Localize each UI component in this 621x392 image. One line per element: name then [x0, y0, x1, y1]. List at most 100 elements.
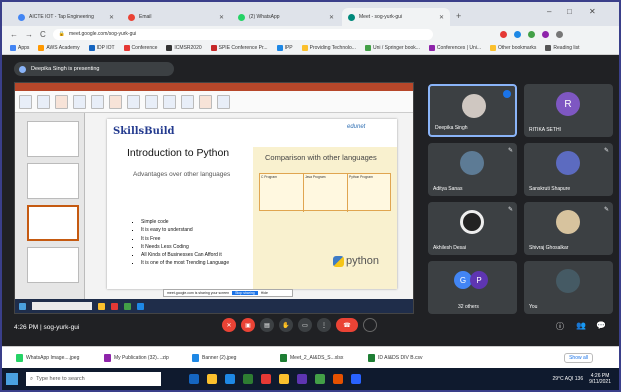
mic-off-icon: ✎: [507, 207, 513, 213]
people-icon[interactable]: 👥: [576, 321, 586, 330]
address-bar[interactable]: 🔒 meet.google.com/sog-yurk-gui: [52, 28, 433, 40]
chat-icon[interactable]: 💬: [596, 321, 606, 330]
taskbar-app-icon[interactable]: [207, 374, 217, 384]
maximize-button[interactable]: □: [567, 7, 572, 16]
bookmark-item[interactable]: IDP IOT: [88, 45, 115, 51]
ppt-ribbon: [15, 91, 413, 113]
profile-avatar[interactable]: [541, 30, 549, 38]
taskbar-app-icon[interactable]: [297, 374, 307, 384]
taskbar-app-icon[interactable]: [279, 374, 289, 384]
participant-tile[interactable]: ✎ Shivraj Ghosalkar: [524, 202, 613, 255]
download-item[interactable]: WhatsApp Image....jpeg: [16, 353, 96, 362]
bookmark-item[interactable]: IPP: [276, 45, 293, 51]
tab-favicon: [238, 13, 245, 21]
back-button[interactable]: ←: [10, 30, 18, 39]
camera-off-button[interactable]: ▣: [241, 318, 255, 332]
taskbar-app-icon[interactable]: [333, 374, 343, 384]
bookmark-item[interactable]: Conference: [123, 45, 157, 51]
ribbon-button: [199, 94, 212, 109]
reload-button[interactable]: C: [40, 30, 46, 39]
participant-tile[interactable]: R RITIKA SETHI: [524, 84, 613, 137]
slide-thumbnail: [27, 247, 79, 283]
tab-whatsapp[interactable]: (2) WhatsApp ✕: [232, 8, 340, 26]
bookmark-label: Reading list: [553, 45, 580, 51]
bookmark-item[interactable]: SPIE Conference Pr...: [210, 45, 268, 51]
mic-on-icon: [503, 90, 511, 98]
bookmark-item[interactable]: ICMSR2020: [166, 45, 202, 51]
bookmark-item[interactable]: Other bookmarks: [490, 45, 536, 51]
ppt-ribbon-tabs: [15, 83, 413, 91]
bookmark-label: ICMSR2020: [174, 45, 202, 51]
screen-share-bar: meet.google.com is sharing your screen S…: [163, 289, 293, 297]
tab-meet[interactable]: Meet - sog-yurk-gui ✕: [342, 8, 450, 26]
extension-icon[interactable]: [513, 30, 521, 38]
raise-hand-button[interactable]: ✋: [279, 318, 293, 332]
forward-button[interactable]: →: [25, 30, 33, 39]
bookmark-label: Apps: [18, 45, 30, 51]
close-icon[interactable]: ✕: [109, 14, 114, 21]
others-tile[interactable]: G P 32 others: [428, 261, 517, 314]
bookmark-item[interactable]: Apps: [10, 45, 29, 51]
taskbar-app-icon[interactable]: [243, 374, 253, 384]
download-label: WhatsApp Image....jpeg: [26, 354, 80, 361]
download-item[interactable]: Banner (2).jpeg: [192, 353, 272, 362]
lock-icon: 🔒: [58, 31, 66, 37]
close-icon[interactable]: ✕: [439, 14, 444, 21]
self-tile[interactable]: You: [524, 261, 613, 314]
participant-name: 32 others: [458, 304, 479, 310]
mic-off-icon: ✎: [603, 148, 609, 154]
tab-favicon: [18, 13, 25, 21]
bookmark-label: SPIE Conference Pr...: [218, 45, 268, 51]
avatar: [556, 210, 580, 234]
download-label: ID AI&DS DIV B.csv: [378, 354, 423, 361]
taskbar-app-icon[interactable]: [261, 374, 271, 384]
tab-aicte[interactable]: AICTE IOT - Tap Engineering ✕: [12, 8, 120, 26]
hide-button[interactable]: Hide: [261, 291, 268, 295]
menu-icon[interactable]: [555, 30, 563, 38]
bookmark-icon: [10, 45, 16, 51]
windows-start-icon[interactable]: [6, 373, 18, 385]
download-item[interactable]: My Publication (32)....zip: [104, 353, 184, 362]
present-button[interactable]: ▭: [298, 318, 312, 332]
taskbar-app-icon[interactable]: [189, 374, 199, 384]
taskbar-app-icon[interactable]: [351, 374, 361, 384]
presenting-banner: Deepika Singh is presenting: [14, 62, 174, 76]
more-options-button[interactable]: ⋮: [317, 318, 331, 332]
extension-icon[interactable]: [527, 30, 535, 38]
taskbar-search[interactable]: ⌕ Type here to search: [26, 372, 161, 386]
bullet-item: It is easy to understand: [141, 227, 229, 233]
bookmark-item[interactable]: Conferences | Uni...: [428, 45, 481, 51]
bookmark-item[interactable]: AWS Academy: [38, 45, 80, 51]
captions-button[interactable]: ▤: [260, 318, 274, 332]
participant-name: RITIKA SETHI: [529, 127, 561, 133]
browser-toolbar: ← → C 🔒 meet.google.com/sog-yurk-gui: [2, 26, 619, 42]
participant-tile[interactable]: Deepika Singh: [428, 84, 517, 137]
info-icon[interactable]: ⓘ: [556, 321, 564, 332]
download-item[interactable]: ID AI&DS DIV B.csv: [368, 353, 448, 362]
taskbar-app-icon[interactable]: [315, 374, 325, 384]
tab-email[interactable]: Email ✕: [122, 8, 230, 26]
tab-label: AICTE IOT - Tap Engineering: [29, 14, 94, 20]
new-tab-button[interactable]: +: [456, 11, 461, 21]
close-window-button[interactable]: ✕: [589, 7, 596, 16]
bookmark-item[interactable]: Uni / Springer book...: [364, 45, 420, 51]
mic-off-button[interactable]: ✕: [222, 318, 236, 332]
app-icon: [111, 302, 118, 310]
close-icon[interactable]: ✕: [329, 14, 334, 21]
bookmark-item[interactable]: Reading list: [545, 45, 580, 51]
stop-sharing-button[interactable]: Stop sharing: [232, 291, 258, 295]
end-call-button[interactable]: ☎: [336, 318, 358, 332]
minimize-button[interactable]: –: [547, 7, 551, 16]
taskbar-app-icon[interactable]: [225, 374, 235, 384]
slide-thumbnail: [27, 163, 79, 199]
participant-tile[interactable]: ✎ Akhilesh Desai: [428, 202, 517, 255]
comparison-title: Comparison with other languages: [265, 153, 377, 162]
close-icon[interactable]: ✕: [219, 14, 224, 21]
bookmark-item[interactable]: Providing Technolo...: [301, 45, 356, 51]
avatar: [460, 151, 484, 175]
participant-tile[interactable]: ✎ Sanskruti Shapure: [524, 143, 613, 196]
extension-icon[interactable]: [499, 30, 507, 38]
show-all-button[interactable]: Show all: [564, 353, 593, 363]
download-item[interactable]: Meet_2_AI&DS_S...xlsx: [280, 353, 360, 362]
participant-tile[interactable]: ✎ Aditya Sanas: [428, 143, 517, 196]
